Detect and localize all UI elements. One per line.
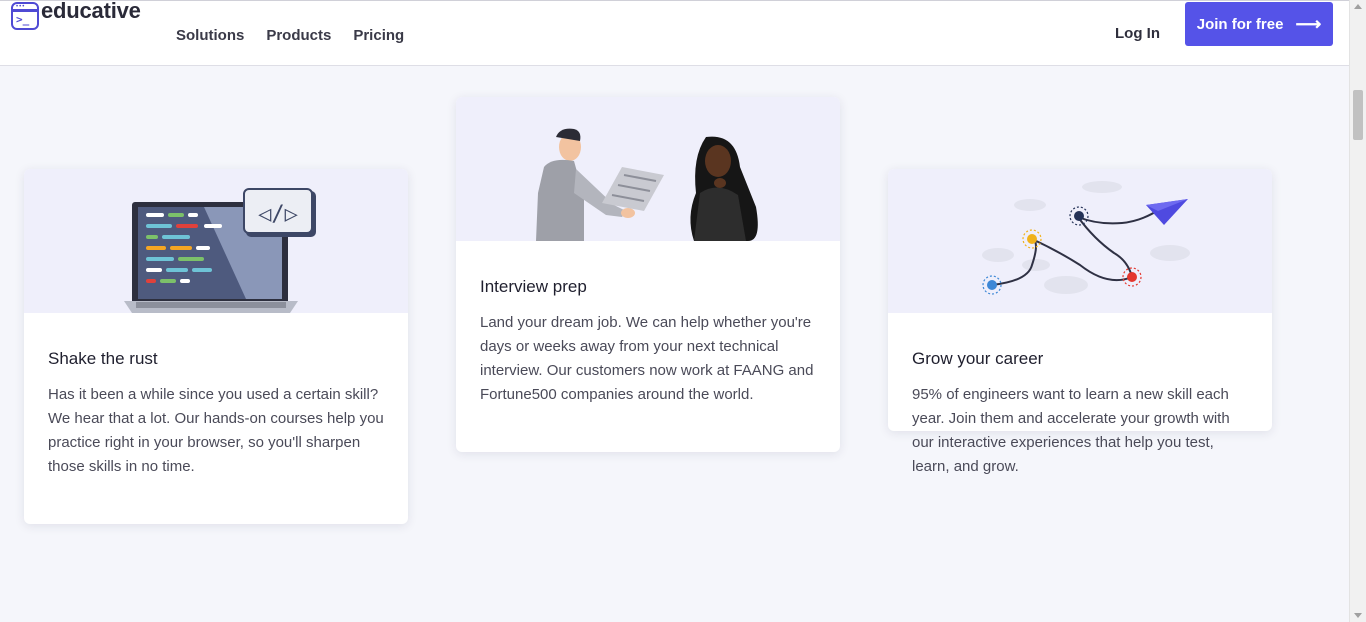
feature-card-grow-your-career: Grow your career 95% of engineers want t… — [888, 169, 1272, 475]
nav-item-solutions[interactable]: Solutions — [176, 27, 244, 44]
nav-item-products[interactable]: Products — [266, 27, 331, 44]
feature-card-interview-prep: Interview prep Land your dream job. We c… — [456, 97, 840, 452]
feature-card-shake-the-rust: ◁/▷ Shake the rust Has it been a while s… — [24, 169, 408, 524]
login-link[interactable]: Log In — [1115, 25, 1160, 42]
logo-text: educative — [41, 0, 141, 23]
top-navbar: ••• >_ educative Solutions Products Pric… — [0, 0, 1349, 66]
join-button-label: Join for free — [1196, 15, 1284, 33]
page-scrollbar[interactable] — [1349, 0, 1366, 622]
laptop-code-illustration: ◁/▷ — [24, 169, 408, 313]
card-title: Grow your career — [912, 349, 1044, 368]
logo[interactable]: ••• >_ educative — [11, 0, 141, 30]
arrow-right-icon: ⟶ — [1295, 14, 1322, 34]
interview-people-illustration — [456, 97, 840, 241]
scrollbar-thumb[interactable] — [1353, 90, 1363, 140]
card-title: Shake the rust — [48, 349, 158, 368]
card-description: Has it been a while since you used a cer… — [48, 386, 384, 475]
scroll-up-arrow-icon[interactable] — [1354, 4, 1362, 9]
card-title: Interview prep — [480, 277, 587, 296]
terminal-logo-icon: ••• >_ — [11, 2, 39, 30]
card-description: Land your dream job. We can help whether… — [480, 314, 814, 403]
scroll-down-arrow-icon[interactable] — [1354, 613, 1362, 618]
svg-text:◁/▷: ◁/▷ — [258, 202, 298, 227]
join-for-free-button[interactable]: Join for free ⟶ — [1185, 2, 1333, 46]
career-path-illustration — [888, 169, 1272, 313]
nav-item-pricing[interactable]: Pricing — [353, 27, 404, 44]
main-nav: Solutions Products Pricing — [176, 27, 426, 44]
card-description: 95% of engineers want to learn a new ski… — [912, 386, 1230, 475]
